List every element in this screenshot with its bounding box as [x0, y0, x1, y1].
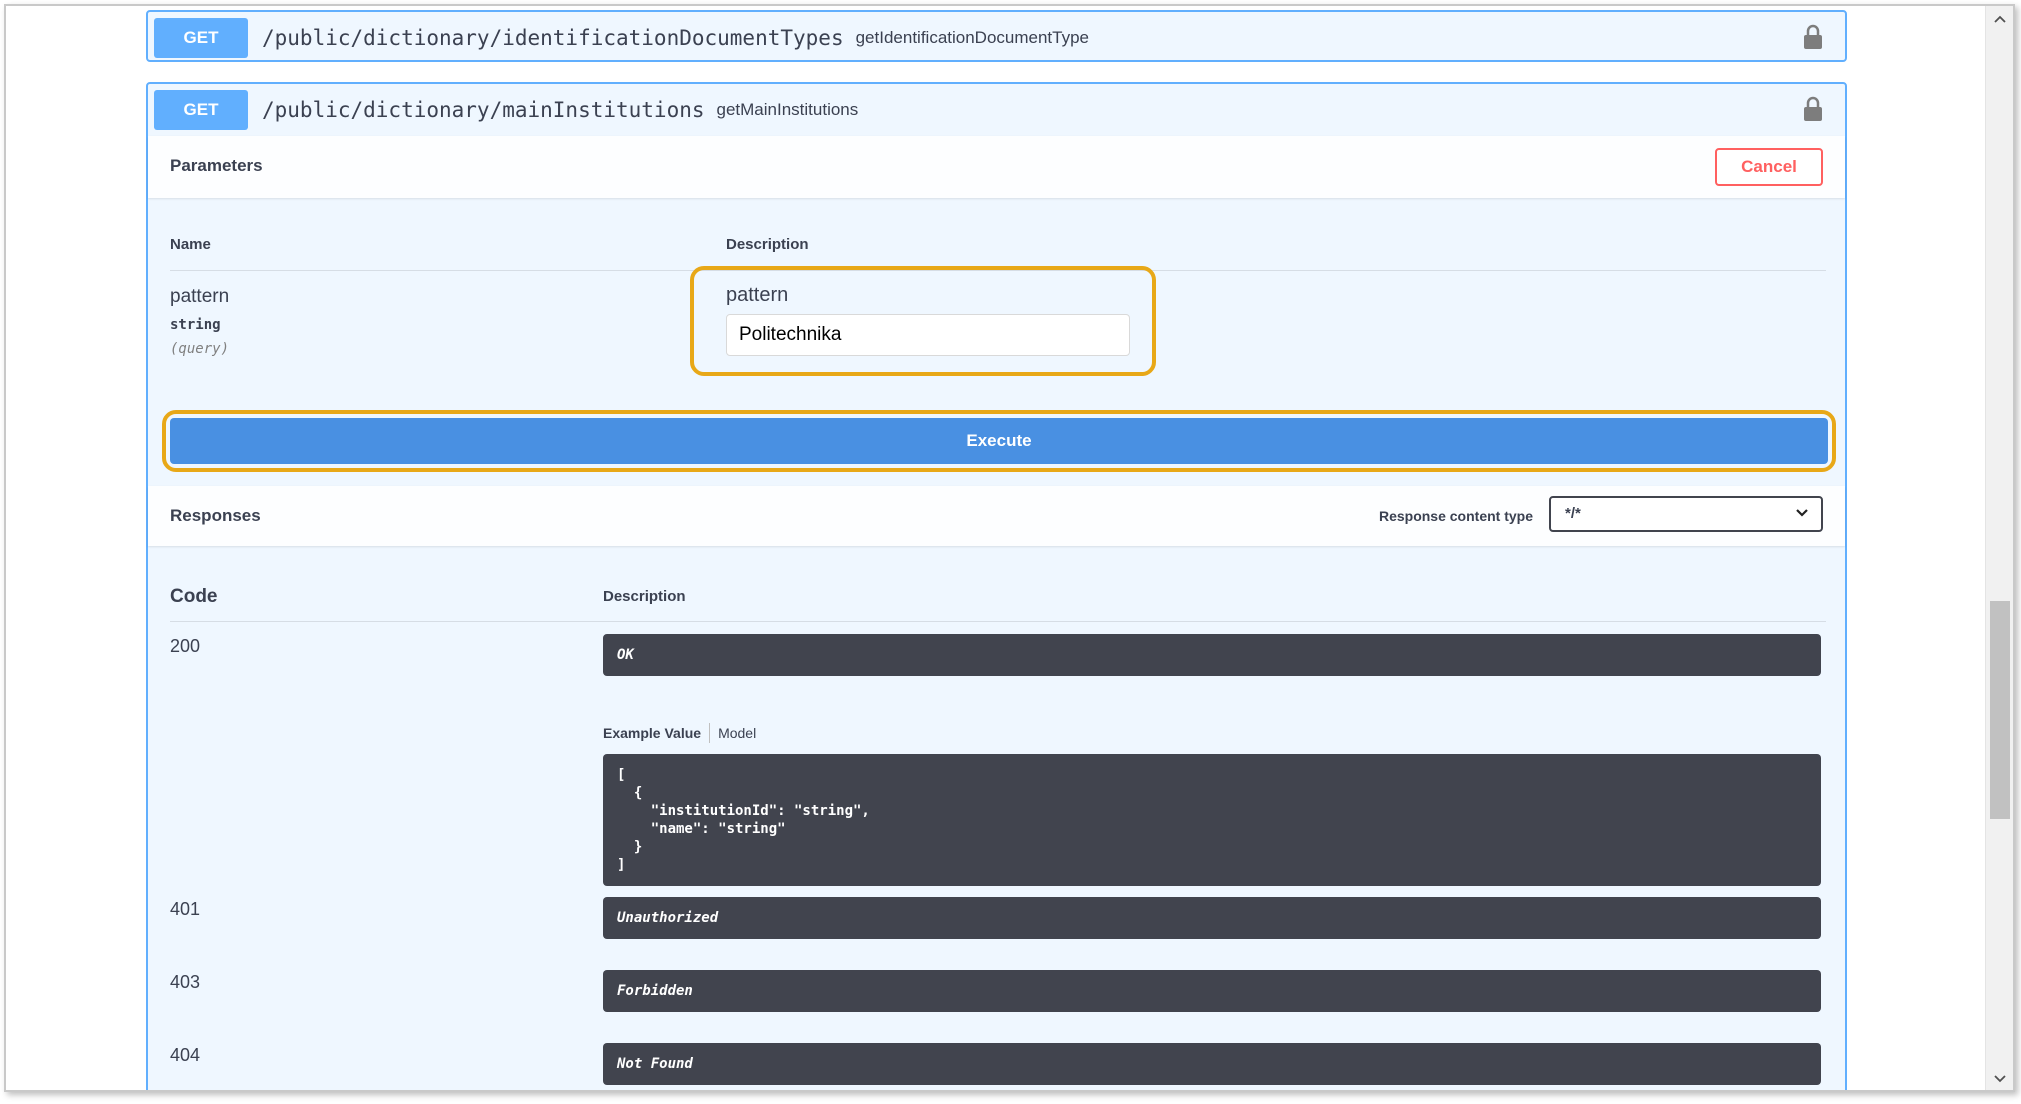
code-line: [ — [617, 767, 626, 783]
response-code: 401 — [170, 899, 201, 919]
response-description: Forbidden — [603, 970, 1821, 1012]
response-content-type-label: Response content type — [1378, 508, 1533, 524]
chevron-down-icon — [1796, 509, 1808, 517]
code-line: "name": "string" — [617, 821, 786, 837]
response-code: 200 — [170, 636, 201, 656]
param-location: (query) — [170, 341, 230, 357]
responses-title: Responses — [170, 506, 261, 525]
http-method-badge: GET — [154, 18, 248, 58]
opblock-identification-document-types[interactable]: GET /public/dictionary/identificationDoc… — [146, 10, 1847, 62]
code-line: ] — [617, 857, 626, 873]
response-description: Unauthorized — [603, 897, 1821, 939]
divider — [170, 621, 1826, 622]
response-content-type-select[interactable]: */* — [1549, 496, 1823, 532]
parameters-header: Parameters Cancel — [148, 136, 1845, 198]
example-value-code-block: [ { "institutionId": "string", "name": "… — [603, 754, 1821, 886]
operation-id: getMainInstitutions — [716, 100, 859, 119]
tab-example-value[interactable]: Example Value — [603, 725, 701, 741]
http-method-badge: GET — [154, 90, 248, 130]
vertical-scrollbar[interactable] — [1985, 6, 2013, 1090]
response-code: 403 — [170, 972, 201, 992]
param-description-header: Description — [726, 236, 809, 253]
response-code: 404 — [170, 1045, 201, 1065]
cancel-button[interactable]: Cancel — [1715, 148, 1823, 186]
response-description: OK — [603, 634, 1821, 676]
tab-model[interactable]: Model — [718, 725, 756, 741]
scroll-down-arrow-icon[interactable] — [1986, 1066, 2013, 1090]
lock-icon[interactable] — [1803, 96, 1823, 122]
execute-button[interactable]: Execute — [170, 418, 1828, 464]
scroll-up-arrow-icon[interactable] — [1986, 6, 2013, 30]
response-description: Not Found — [603, 1043, 1821, 1085]
code-line: "institutionId": "string", — [617, 803, 870, 819]
pattern-input[interactable]: Politechnika — [726, 314, 1130, 356]
operation-id: getIdentificationDocumentType — [855, 28, 1090, 47]
endpoint-path: /public/dictionary/mainInstitutions — [262, 98, 705, 122]
code-line: { — [617, 785, 643, 801]
parameters-title: Parameters — [170, 156, 263, 175]
browser-viewport: GET /public/dictionary/identificationDoc… — [4, 4, 2015, 1092]
scrollbar-thumb[interactable] — [1990, 601, 2010, 819]
responses-header: Responses Response content type */* — [148, 486, 1845, 546]
response-content-type-value: */* — [1565, 505, 1581, 522]
opblock-summary[interactable]: GET /public/dictionary/mainInstitutions … — [148, 84, 1845, 136]
opblock-main-institutions: GET /public/dictionary/mainInstitutions … — [146, 82, 1847, 1090]
example-tabs: Example Value Model — [603, 723, 756, 743]
param-name-header: Name — [170, 236, 211, 253]
response-description-header: Description — [603, 588, 686, 605]
param-type: string — [170, 317, 221, 333]
endpoint-path: /public/dictionary/identificationDocumen… — [262, 26, 844, 50]
param-input-label: pattern — [726, 284, 789, 306]
lock-icon[interactable] — [1803, 24, 1823, 50]
tab-separator — [709, 723, 711, 743]
code-line: } — [617, 839, 643, 855]
param-name: pattern — [170, 286, 230, 307]
opblock-summary[interactable]: GET /public/dictionary/identificationDoc… — [148, 12, 1845, 64]
response-code-header: Code — [170, 586, 218, 607]
